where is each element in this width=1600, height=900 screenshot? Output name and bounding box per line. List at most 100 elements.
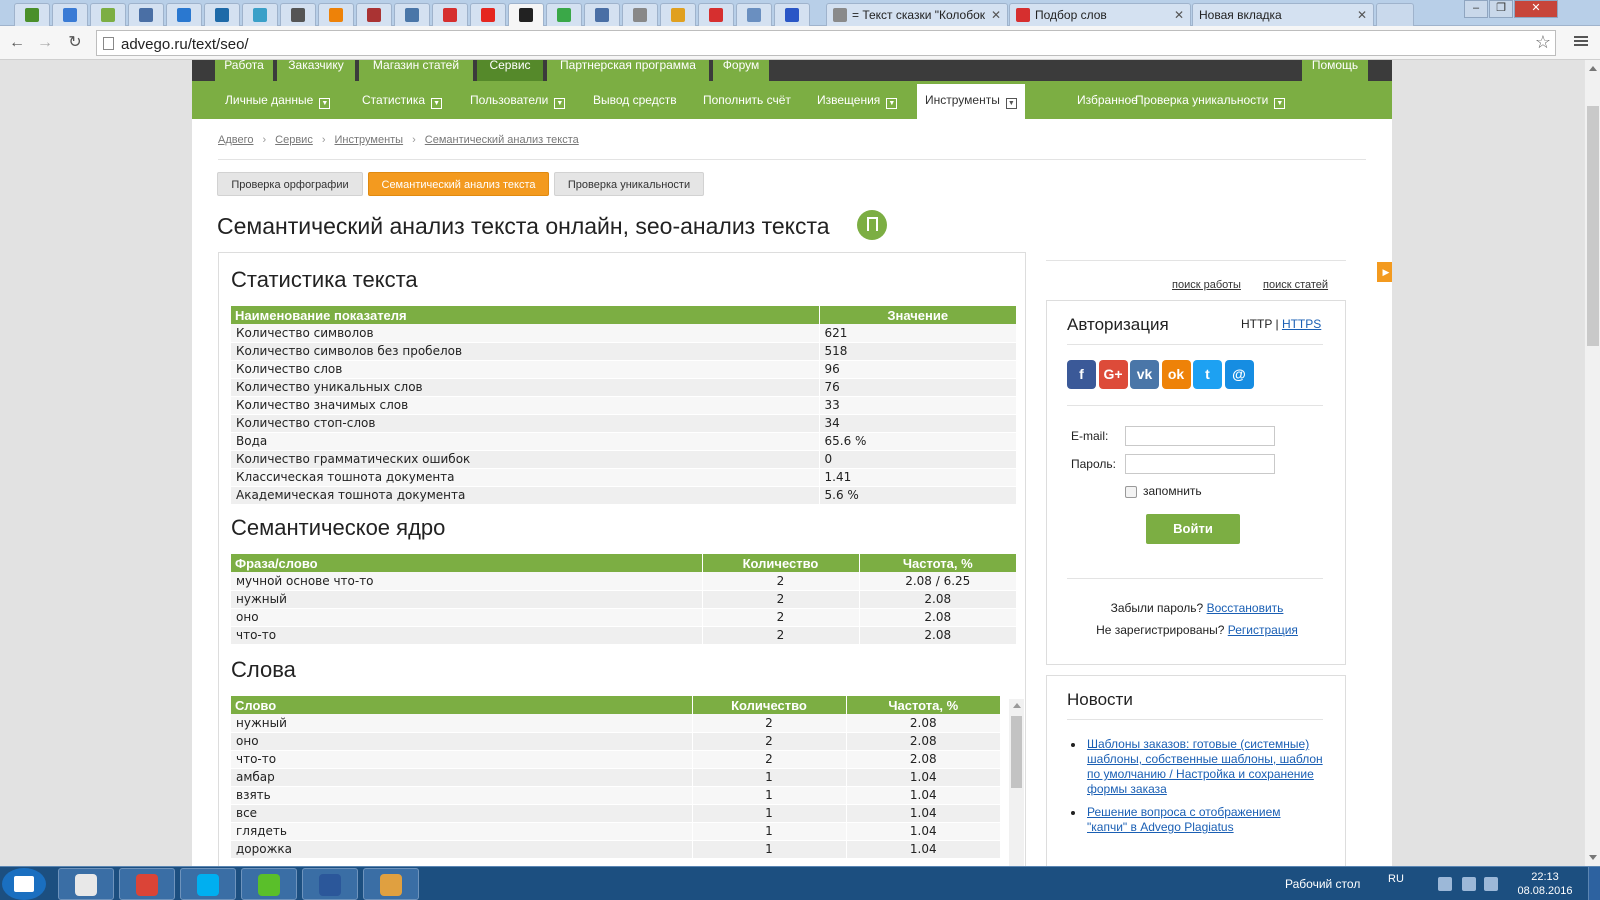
restore-link[interactable]: Восстановить bbox=[1207, 601, 1284, 615]
pinned-tab[interactable] bbox=[14, 3, 50, 26]
subnav-vyvod-sredstv[interactable]: Вывод средств bbox=[593, 81, 677, 119]
dropdown-icon[interactable]: ▼ bbox=[1005, 98, 1017, 109]
taskbar-app[interactable] bbox=[302, 868, 358, 900]
dropdown-icon[interactable]: ▼ bbox=[886, 98, 898, 109]
start-button[interactable] bbox=[2, 868, 46, 900]
nav-zakazchiku[interactable]: Заказчику bbox=[277, 60, 355, 81]
subnav-izvescheniya[interactable]: Извещения ▼ bbox=[817, 81, 898, 119]
pinned-tab[interactable] bbox=[52, 3, 88, 26]
pinned-tab[interactable] bbox=[546, 3, 582, 26]
taskbar-app[interactable] bbox=[180, 868, 236, 900]
expand-arrow-icon[interactable]: ▶ bbox=[1377, 262, 1392, 282]
pinned-tab[interactable] bbox=[736, 3, 772, 26]
https-link[interactable]: HTTPS bbox=[1282, 317, 1321, 331]
tool-spellcheck-button[interactable]: Проверка орфографии bbox=[217, 172, 363, 196]
pinned-tab[interactable] bbox=[508, 3, 544, 26]
subnav-lichnye-dannye[interactable]: Личные данные ▼ bbox=[225, 81, 331, 119]
twitter-icon[interactable]: t bbox=[1193, 360, 1222, 389]
tab-kolobok[interactable]: = Текст сказки "Колобок ✕ bbox=[826, 3, 1008, 26]
tool-semantic-button[interactable]: Семантический анализ текста bbox=[368, 172, 549, 196]
close-tab-icon[interactable]: ✕ bbox=[1357, 8, 1367, 22]
close-tab-icon[interactable]: ✕ bbox=[1174, 8, 1184, 22]
search-jobs-link[interactable]: поиск работы bbox=[1172, 279, 1241, 291]
pinned-tab[interactable] bbox=[242, 3, 278, 26]
subnav-proverka-unikalnosti[interactable]: Проверка уникальности ▼ bbox=[1135, 81, 1286, 119]
subnav-statistika[interactable]: Статистика ▼ bbox=[362, 81, 443, 119]
back-button[interactable]: ← bbox=[6, 32, 28, 54]
subnav-izbrannoe[interactable]: Избранное bbox=[1077, 81, 1138, 119]
breadcrumb-instrumenty[interactable]: Инструменты bbox=[335, 134, 404, 146]
dropdown-icon[interactable]: ▼ bbox=[554, 98, 566, 109]
google-plus-icon[interactable]: G+ bbox=[1098, 360, 1128, 389]
pinned-tab[interactable] bbox=[470, 3, 506, 26]
dropdown-icon[interactable]: ▼ bbox=[1274, 98, 1286, 109]
pinned-tab[interactable] bbox=[622, 3, 658, 26]
nav-forum[interactable]: Форум bbox=[713, 60, 769, 81]
pinned-tab[interactable] bbox=[90, 3, 126, 26]
facebook-icon[interactable]: f bbox=[1067, 360, 1096, 389]
http-option[interactable]: HTTP bbox=[1241, 317, 1272, 331]
pinned-tab[interactable] bbox=[128, 3, 164, 26]
pinned-tab[interactable] bbox=[280, 3, 316, 26]
dropdown-icon[interactable]: ▼ bbox=[319, 98, 331, 109]
subnav-polzovateli[interactable]: Пользователи ▼ bbox=[470, 81, 566, 119]
show-desktop-button[interactable] bbox=[1588, 867, 1600, 900]
search-articles-link[interactable]: поиск статей bbox=[1263, 279, 1328, 291]
flag-icon[interactable] bbox=[1438, 877, 1452, 891]
close-window-button[interactable]: ✕ bbox=[1514, 0, 1558, 18]
pinned-tab[interactable] bbox=[584, 3, 620, 26]
pinned-tab[interactable] bbox=[660, 3, 696, 26]
pinned-tab[interactable] bbox=[432, 3, 468, 26]
nav-partner[interactable]: Партнерская программа bbox=[547, 60, 709, 81]
dropdown-icon[interactable]: ▼ bbox=[431, 98, 443, 109]
scroll-thumb[interactable] bbox=[1587, 106, 1599, 346]
taskbar-app[interactable] bbox=[241, 868, 297, 900]
scroll-thumb[interactable] bbox=[1011, 716, 1022, 788]
scroll-down-icon[interactable] bbox=[1589, 855, 1597, 860]
maximize-button[interactable]: ❐ bbox=[1489, 0, 1513, 18]
login-button[interactable]: Войти bbox=[1146, 514, 1240, 544]
subnav-popolnit-schet[interactable]: Пополнить счёт bbox=[703, 81, 791, 119]
forward-button[interactable]: → bbox=[34, 32, 56, 54]
breadcrumb-advego[interactable]: Адвего bbox=[218, 134, 253, 146]
nav-pomosch[interactable]: Помощь bbox=[1302, 60, 1368, 81]
register-link[interactable]: Регистрация bbox=[1228, 623, 1298, 637]
scroll-up-icon[interactable] bbox=[1013, 703, 1021, 708]
password-field[interactable] bbox=[1125, 454, 1275, 474]
bookmark-icon[interactable] bbox=[857, 210, 887, 240]
scroll-up-icon[interactable] bbox=[1589, 66, 1597, 71]
remember-checkbox[interactable] bbox=[1125, 486, 1137, 498]
address-bar[interactable]: advego.ru/text/seo/ ☆ bbox=[96, 30, 1556, 56]
new-tab-button[interactable] bbox=[1376, 3, 1414, 26]
bookmark-star-icon[interactable]: ☆ bbox=[1535, 32, 1551, 53]
taskbar-app[interactable] bbox=[363, 868, 419, 900]
pinned-tab[interactable] bbox=[204, 3, 240, 26]
tool-uniqueness-button[interactable]: Проверка уникальности bbox=[554, 172, 704, 196]
clock[interactable]: 22:13 08.08.2016 bbox=[1510, 870, 1580, 898]
volume-icon[interactable] bbox=[1484, 877, 1498, 891]
tab-new[interactable]: Новая вкладка ✕ bbox=[1192, 3, 1374, 26]
words-scrollbar[interactable] bbox=[1009, 699, 1024, 866]
pinned-tab[interactable] bbox=[166, 3, 202, 26]
subnav-instrumenty[interactable]: Инструменты ▼ bbox=[917, 84, 1025, 121]
pinned-tab[interactable] bbox=[698, 3, 734, 26]
nav-rabota[interactable]: Работа bbox=[215, 60, 273, 81]
language-indicator[interactable]: RU bbox=[1388, 873, 1404, 885]
reload-button[interactable]: ↻ bbox=[64, 32, 86, 54]
pinned-tab[interactable] bbox=[394, 3, 430, 26]
pinned-tab[interactable] bbox=[356, 3, 392, 26]
breadcrumb-current[interactable]: Семантический анализ текста bbox=[425, 134, 579, 146]
nav-servis[interactable]: Сервис bbox=[477, 60, 543, 81]
news-link[interactable]: Шаблоны заказов: готовые (системные) шаб… bbox=[1087, 737, 1323, 796]
pinned-tab[interactable] bbox=[318, 3, 354, 26]
email-field[interactable] bbox=[1125, 426, 1275, 446]
pinned-tab[interactable] bbox=[774, 3, 810, 26]
tab-podbor-slov[interactable]: Подбор слов ✕ bbox=[1009, 3, 1191, 26]
minimize-button[interactable]: – bbox=[1464, 0, 1488, 18]
taskbar-app[interactable] bbox=[58, 868, 114, 900]
vk-icon[interactable]: vk bbox=[1130, 360, 1159, 389]
breadcrumb-servis[interactable]: Сервис bbox=[275, 134, 313, 146]
page-scrollbar[interactable] bbox=[1584, 60, 1600, 866]
nav-magazin-statei[interactable]: Магазин статей bbox=[359, 60, 473, 81]
mail-ru-icon[interactable]: @ bbox=[1224, 360, 1254, 389]
